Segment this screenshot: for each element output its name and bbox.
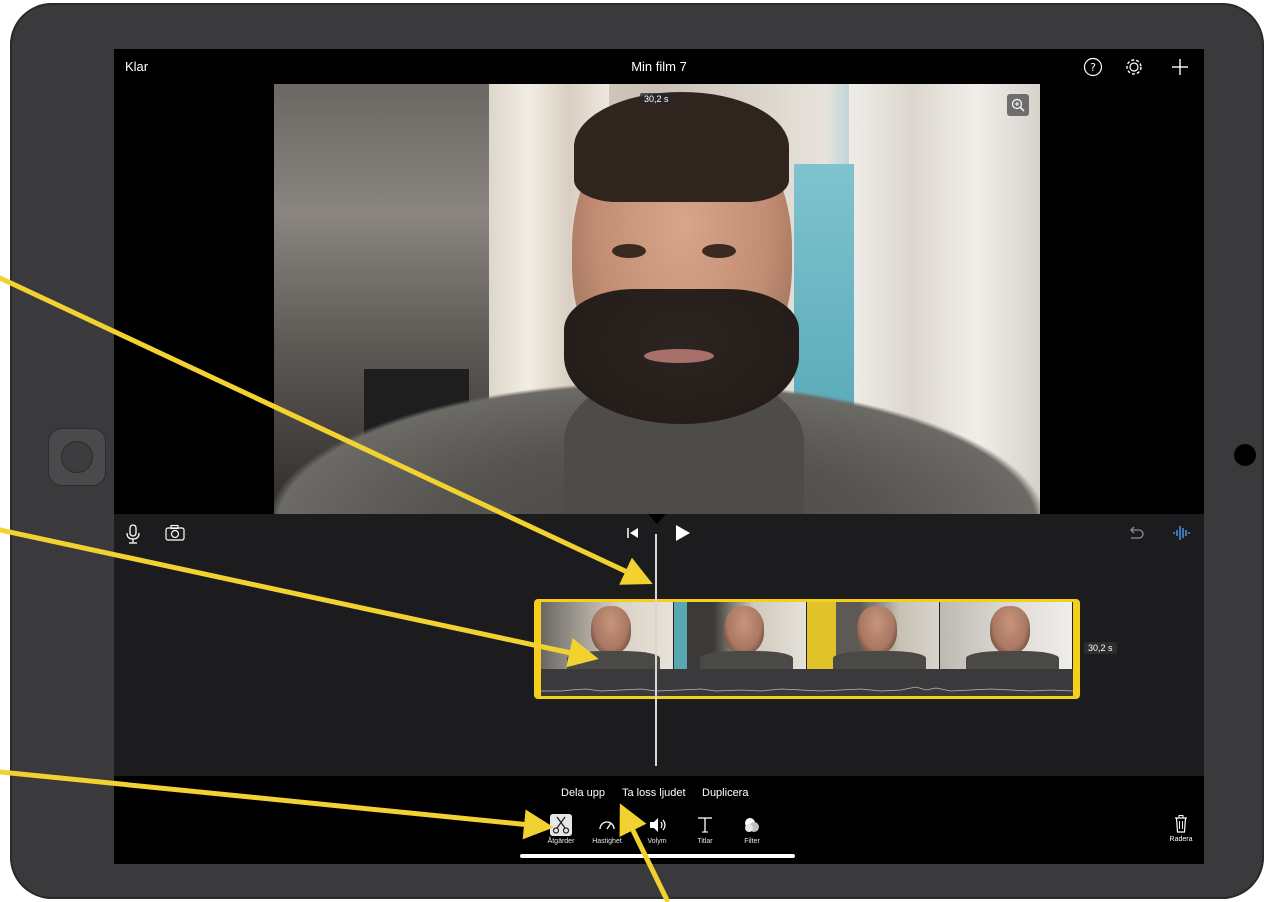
clip-duration-badge: 30,2 s [1084,642,1117,654]
playhead[interactable] [655,534,657,766]
scissors-icon [550,814,572,836]
tool-volume-label: Volym [647,838,667,845]
delete-button[interactable]: Radera [1166,814,1196,843]
playhead-marker [648,514,666,524]
tool-actions-label: Åtgärder [547,838,575,845]
tool-speed-label: Hastighet [592,838,622,845]
front-camera [1234,444,1256,466]
svg-text:?: ? [1090,61,1096,74]
volume-icon [650,818,666,832]
trash-icon [1175,815,1187,833]
project-title: Min film 7 [631,59,687,74]
top-bar: Klar Min film 7 ? [114,49,1204,84]
timeline[interactable]: 30,2 s [114,514,1204,776]
tool-filter-label: Filter [744,838,760,845]
tool-titles[interactable]: Titlar [680,814,730,845]
help-icon[interactable]: ? [1082,56,1104,78]
home-button-ring [61,441,93,473]
clip-thumbnail [674,602,807,669]
skip-to-start-icon[interactable] [625,525,641,541]
clip-thumbnail [940,602,1073,669]
home-button[interactable] [48,428,106,486]
audio-waveform [541,669,1073,696]
tool-actions[interactable]: Åtgärder [536,814,586,845]
video-clip[interactable] [534,599,1080,699]
person-eye-right [702,244,736,258]
action-bar: Dela upp Ta loss ljudet Duplicera [114,776,1204,806]
clip-thumbnail [807,602,940,669]
person-eye-left [612,244,646,258]
camera-icon[interactable] [164,524,186,542]
clip-thumbnails [541,602,1073,669]
home-indicator [520,854,795,858]
gear-icon[interactable] [1123,56,1145,78]
tool-filter[interactable]: Filter [727,814,777,845]
zoom-icon[interactable] [1007,94,1029,116]
add-media-icon[interactable] [1169,56,1191,78]
split-button[interactable]: Dela upp [561,787,605,799]
play-icon[interactable] [674,523,692,543]
video-preview[interactable]: 30,2 s [274,84,1040,514]
person-hair [574,92,789,202]
filter-icon [745,818,759,832]
imovie-screen: Klar Min film 7 ? 30,2 s 30,2 s Dela upp… [114,49,1204,864]
speed-icon [599,821,615,830]
microphone-icon[interactable] [124,523,142,545]
tool-speed[interactable]: Hastighet [582,814,632,845]
person-mouth [644,349,714,363]
delete-label: Radera [1169,836,1193,843]
waveform-icon[interactable] [1171,523,1193,543]
video-viewer[interactable]: 30,2 s [114,84,1204,514]
undo-icon[interactable] [1126,524,1146,542]
tool-titles-label: Titlar [697,838,713,845]
titles-icon [698,817,712,833]
tool-volume[interactable]: Volym [632,814,682,845]
duplicate-button[interactable]: Duplicera [702,787,748,799]
detach-audio-button[interactable]: Ta loss ljudet [622,787,686,799]
duration-badge: 30,2 s [640,93,673,105]
